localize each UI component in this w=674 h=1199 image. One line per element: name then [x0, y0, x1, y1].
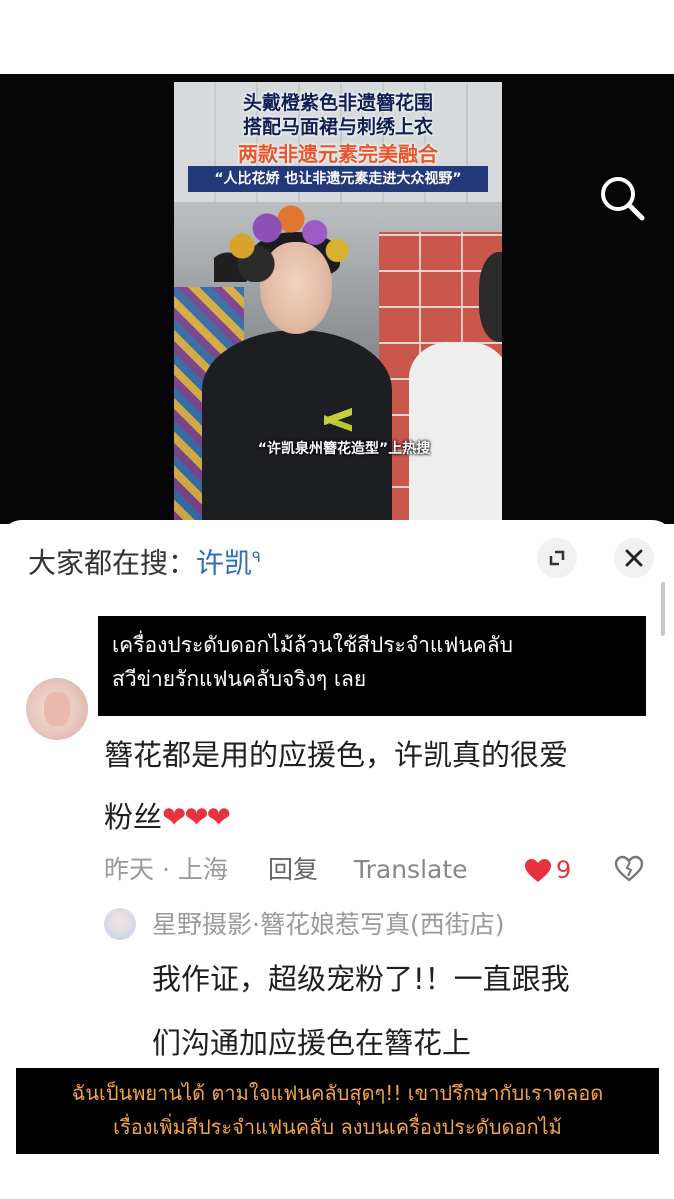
- expand-icon: [549, 550, 565, 566]
- like-count: 9: [556, 856, 572, 884]
- search-suggestion-prefix: 大家都在搜：: [28, 546, 197, 580]
- video-bystander: [409, 342, 502, 522]
- translation-top-line2: สวีข่ายรักแฟนคลับจริงๆ เลย: [112, 667, 367, 691]
- reply-text-line1: 我作证，超级宠粉了!！一直跟我: [152, 962, 570, 996]
- video-caption-line1: 头戴橙紫色非遗簪花围: [242, 92, 433, 114]
- search-suggestion-term[interactable]: 许凯: [196, 546, 252, 579]
- top-bar: [0, 0, 674, 74]
- comment-text-line2: 粉丝❤❤❤: [104, 788, 644, 846]
- screen: 头戴橙紫色非遗簪花围 搭配马面裙与刺绣上衣 两款非遗元素完美融合 “人比花娇 也…: [0, 0, 674, 1199]
- expand-button[interactable]: [537, 538, 577, 578]
- video-flower-crown: [214, 192, 354, 282]
- heart-emoji-icon: ❤❤❤: [162, 800, 231, 834]
- video-player[interactable]: 头戴橙紫色非遗簪花围 搭配马面裙与刺绣上衣 两款非遗元素完美融合 “人比花娇 也…: [0, 74, 674, 524]
- video-caption-bottom: “许凯泉州簪花造型”上热搜: [257, 441, 431, 457]
- translation-overlay-top: เครื่องประดับดอกไม้ล้วนใช้สีประจำแฟนคลับ…: [98, 616, 646, 716]
- reply-text-line2: 们沟通加应援色在簪花上: [152, 1026, 472, 1060]
- like-icon[interactable]: [524, 856, 552, 896]
- close-button[interactable]: [614, 538, 654, 578]
- translation-bottom-line2: เรื่องเพิ่มสีประจำแฟนคลับ ลงบนเครื่องประ…: [113, 1115, 562, 1139]
- scrollbar[interactable]: [661, 582, 665, 636]
- close-icon: [625, 549, 643, 567]
- translation-bottom-line1: ฉันเป็นพยานได้ ตามใจแฟนคลับสุดๆ!! เขาปรึ…: [71, 1081, 604, 1105]
- translation-top-line1: เครื่องประดับดอกไม้ล้วนใช้สีประจำแฟนคลับ: [112, 633, 513, 657]
- comments-sheet: 大家都在搜：许凯ᑫ เครื่องประดับดอกไม้ล้วนใช้สีปร…: [0, 520, 674, 1199]
- translate-button[interactable]: Translate: [354, 850, 468, 890]
- video-person-body: [202, 330, 392, 522]
- video-caption-line2: 搭配马面裙与刺绣上衣: [242, 116, 433, 138]
- translation-overlay-bottom: ฉันเป็นพยานได้ ตามใจแฟนคลับสุดๆ!! เขาปรึ…: [16, 1068, 659, 1154]
- video-frame: 头戴橙紫色非遗簪花围 搭配马面裙与刺绣上衣 两款非遗元素完美融合 “人比花娇 也…: [174, 82, 502, 522]
- comment-text-line2-text: 粉丝: [104, 800, 163, 834]
- search-suggestion[interactable]: 大家都在搜：许凯ᑫ: [28, 540, 261, 580]
- comment-text-line1: 簪花都是用的应援色，许凯真的很爱: [104, 738, 569, 772]
- video-caption-quote: “人比花娇 也让非遗元素走进大众视野”: [188, 166, 488, 192]
- video-bystander-head: [479, 252, 502, 342]
- search-small-icon: ᑫ: [252, 550, 261, 566]
- dislike-icon[interactable]: [614, 855, 644, 895]
- reply-avatar[interactable]: [104, 908, 136, 940]
- reply-username[interactable]: 星野摄影·簪花娘惹写真(西街店): [152, 908, 504, 942]
- video-caption-line3: 两款非遗元素完美融合: [238, 142, 438, 166]
- avatar[interactable]: [26, 678, 88, 740]
- search-icon[interactable]: [596, 172, 648, 224]
- comment-date: 昨天 · 上海: [104, 855, 228, 884]
- comment-meta: 昨天 · 上海 回复 Translate 9: [104, 850, 664, 890]
- reply-button[interactable]: 回复: [268, 850, 318, 890]
